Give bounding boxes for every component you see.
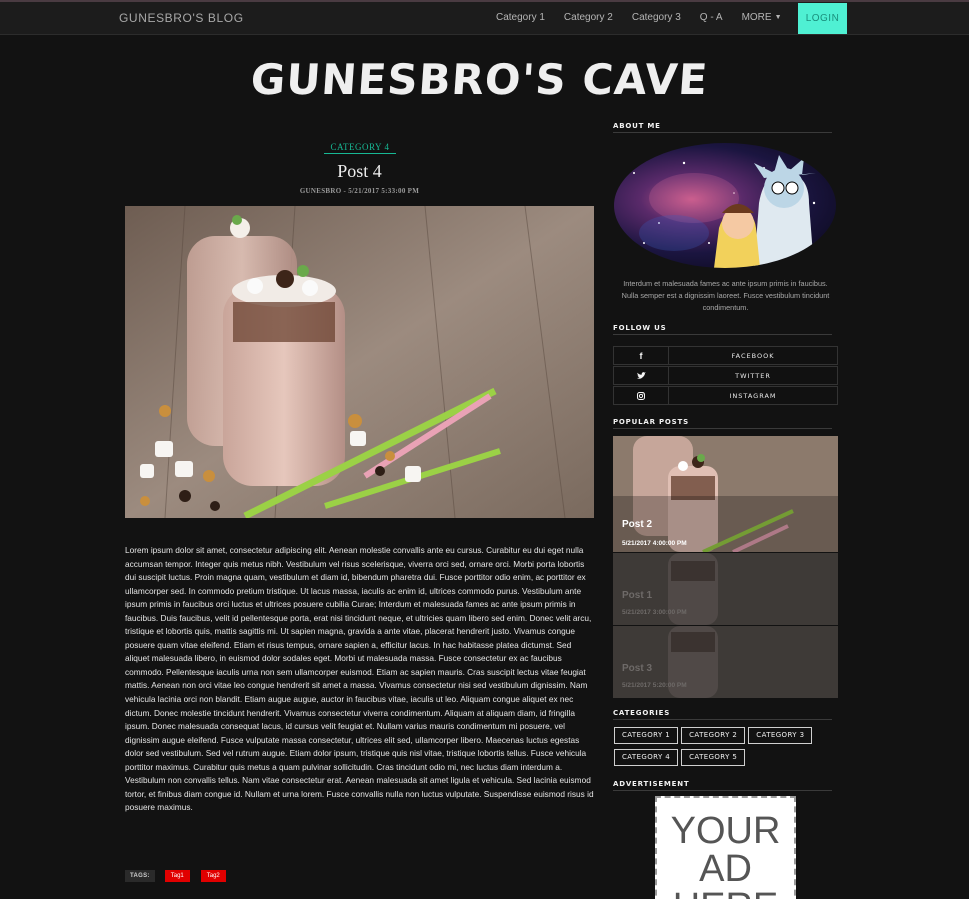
top-navbar: GUNESBRO'S BLOG Category 1 Category 2 Ca… — [0, 0, 969, 35]
ad-text-line: YOUR — [670, 810, 781, 852]
popular-post-title: Post 1 — [622, 590, 653, 601]
advertisement-banner[interactable]: YOUR AD HERE — [655, 796, 796, 899]
follow-us-heading: FOLLOW US — [613, 324, 832, 335]
post-meta: GUNESBRO - 5/21/2017 5:33:00 PM — [299, 187, 420, 195]
post-tags: TAGS: Tag1 Tag2 — [125, 870, 237, 882]
ad-text-line: AD — [699, 848, 752, 890]
caret-down-icon: ▼ — [774, 14, 782, 21]
popular-post-date: 5/21/2017 5:20:00 PM — [622, 682, 687, 689]
tag-link-1[interactable]: Tag1 — [164, 870, 190, 882]
popular-post-item[interactable]: Post 3 5/21/2017 5:20:00 PM — [613, 626, 838, 698]
nav-more-label: MORE — [741, 12, 772, 23]
popular-posts-list: Post 2 5/21/2017 4:00:00 PM Post 1 5/21/… — [613, 436, 838, 699]
post-category-link[interactable]: CATEGORY 4 — [324, 142, 396, 154]
popular-post-title: Post 3 — [622, 663, 653, 674]
tag-link-2[interactable]: Tag2 — [200, 870, 226, 882]
category-chip-1[interactable]: CATEGORY 1 — [614, 727, 679, 744]
category-chip-2[interactable]: CATEGORY 2 — [681, 727, 746, 744]
twitter-link[interactable]: TWITTER — [613, 366, 838, 385]
post-body-text: Lorem ipsum dolor sit amet, consectetur … — [125, 545, 594, 813]
popular-post-thumbnail — [613, 436, 838, 552]
popular-post-date: 5/21/2017 4:00:00 PM — [622, 540, 687, 547]
twitter-bird-shape — [636, 371, 646, 379]
login-button[interactable]: LOGIN — [798, 3, 847, 34]
popular-posts-heading: POPULAR POSTS — [613, 418, 832, 429]
instagram-icon — [614, 387, 669, 404]
galaxy-cartoon-picture — [633, 155, 816, 268]
instagram-link[interactable]: INSTAGRAM — [613, 386, 838, 405]
about-me-text: Interdum et malesuada fames ac ante ipsu… — [621, 279, 830, 312]
nav-category-3[interactable]: Category 3 — [632, 12, 681, 23]
facebook-label: FACEBOOK — [731, 351, 775, 360]
nav-more-dropdown[interactable]: MORE ▼ — [742, 12, 782, 23]
ad-text-line: HERE — [657, 888, 794, 899]
nav-category-1[interactable]: Category 1 — [496, 12, 545, 23]
facebook-icon: f — [614, 347, 669, 364]
category-chip-3[interactable]: CATEGORY 3 — [748, 727, 813, 744]
twitter-icon — [614, 367, 669, 384]
popular-post-title: Post 2 — [622, 519, 653, 530]
post-featured-image — [125, 206, 594, 518]
popular-post-item[interactable]: Post 1 5/21/2017 3:00:00 PM — [613, 553, 838, 625]
category-chip-4[interactable]: CATEGORY 4 — [614, 749, 679, 766]
popular-post-date: 5/21/2017 3:00:00 PM — [622, 609, 687, 616]
nav-menu: Category 1 Category 2 Category 3 Q - A M… — [496, 12, 801, 23]
categories-heading: CATEGORIES — [613, 709, 832, 720]
about-me-image — [614, 143, 836, 268]
nav-qa[interactable]: Q - A — [700, 12, 723, 23]
advertisement-heading: ADVERTISEMENT — [613, 780, 832, 791]
popular-post-item[interactable]: Post 2 5/21/2017 4:00:00 PM — [613, 436, 838, 552]
instagram-camera-shape — [637, 391, 645, 400]
blog-brand-link[interactable]: GUNESBRO'S BLOG — [119, 11, 244, 25]
site-title[interactable]: GUNESBRO'S CAVE — [0, 55, 961, 104]
twitter-label: TWITTER — [735, 371, 771, 380]
post-title: Post 4 — [337, 161, 382, 181]
instagram-label: INSTAGRAM — [729, 391, 777, 400]
category-chip-5[interactable]: CATEGORY 5 — [681, 749, 746, 766]
nav-category-2[interactable]: Category 2 — [564, 12, 613, 23]
about-me-heading: ABOUT ME — [613, 122, 832, 133]
category-list: CATEGORY 1 CATEGORY 2 CATEGORY 3 CATEGOR… — [614, 727, 839, 771]
facebook-link[interactable]: f FACEBOOK — [613, 346, 838, 365]
social-links: f FACEBOOK TWITTER INSTAGRAM — [613, 346, 838, 406]
milkshake-photo — [125, 206, 594, 518]
tags-label: TAGS: — [125, 870, 155, 882]
